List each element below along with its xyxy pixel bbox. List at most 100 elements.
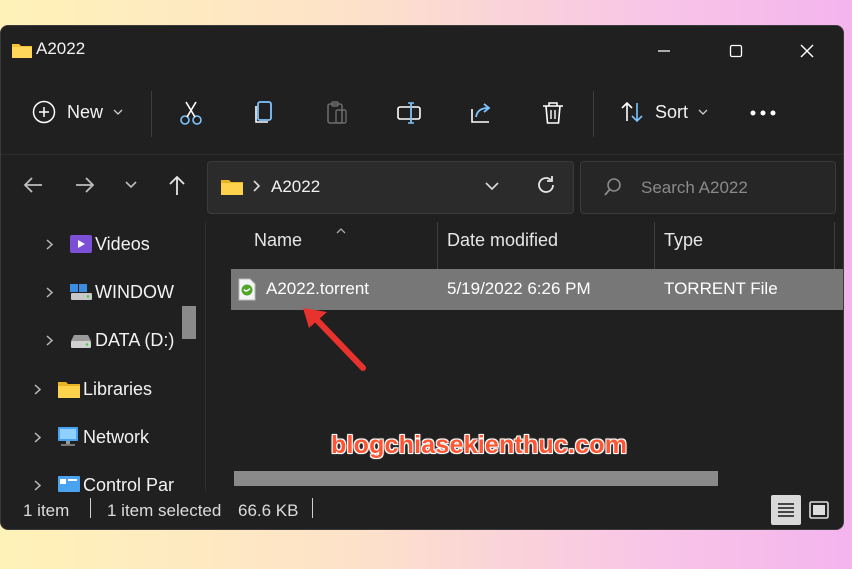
- arrow-right-icon: [76, 177, 95, 193]
- status-divider: [312, 498, 313, 518]
- toolbar-divider: [151, 91, 152, 137]
- sort-icon: [621, 101, 643, 123]
- paste-button[interactable]: [319, 95, 355, 131]
- chevron-right-icon[interactable]: [29, 479, 45, 492]
- explorer-window: A2022 New Sort A2022 Search A2022 Videos…: [0, 25, 844, 530]
- large-icons-view-button[interactable]: [804, 495, 834, 525]
- arrow-up-icon: [169, 175, 185, 195]
- file-date-modified: 5/19/2022 6:26 PM: [447, 279, 591, 298]
- new-button[interactable]: New: [31, 99, 123, 125]
- column-header-type[interactable]: Type: [664, 230, 703, 251]
- up-button[interactable]: [161, 167, 193, 203]
- sidebar-scrollbar-thumb[interactable]: [182, 306, 196, 339]
- status-selection: 1 item selected: [107, 501, 222, 520]
- sidebar-item-label: Libraries: [83, 378, 153, 399]
- chevron-right-icon[interactable]: [41, 286, 57, 299]
- copy-icon: [255, 101, 272, 123]
- sidebar-item-label: DATA (D:): [95, 329, 175, 350]
- details-view-button[interactable]: [771, 495, 801, 525]
- status-item-count: 1 item: [23, 501, 70, 520]
- sort-button[interactable]: Sort: [619, 99, 708, 125]
- pane-divider: [205, 222, 206, 492]
- address-history-button[interactable]: [484, 179, 500, 197]
- address-bar[interactable]: A2022: [207, 161, 574, 214]
- chevron-right-icon[interactable]: [41, 334, 57, 347]
- chevron-down-icon: [485, 182, 499, 191]
- status-bar: 1 item 1 item selected 66.6 KB: [1, 492, 843, 529]
- search-box[interactable]: Search A2022: [580, 161, 836, 214]
- drive-icon: [69, 280, 93, 304]
- breadcrumb-separator-icon: [252, 179, 262, 198]
- horizontal-scrollbar-thumb[interactable]: [234, 471, 718, 486]
- sidebar-item-control-panel[interactable]: Control Par: [29, 465, 174, 492]
- chevron-right-icon[interactable]: [29, 431, 45, 444]
- close-button[interactable]: [787, 36, 827, 66]
- control-panel-icon: [57, 473, 81, 492]
- network-icon: [57, 425, 81, 449]
- rename-button[interactable]: [391, 95, 427, 131]
- sidebar-item-label: Network: [83, 426, 150, 447]
- navigation-bar: A2022 Search A2022: [1, 154, 843, 217]
- file-type: TORRENT File: [664, 279, 778, 298]
- large-icons-view-icon: [809, 501, 829, 519]
- search-icon: [603, 177, 623, 202]
- watermark-text: blogchiasekienthuc.com: [331, 431, 628, 459]
- rename-icon: [397, 102, 421, 124]
- drive-icon: [69, 328, 93, 352]
- maximize-button[interactable]: [716, 36, 756, 66]
- minimize-button[interactable]: [644, 36, 684, 66]
- navigation-pane: Videos WINDOW DATA (D:) Libraries Networ…: [1, 222, 205, 492]
- column-divider[interactable]: [834, 222, 835, 270]
- paste-icon: [327, 101, 347, 124]
- back-button[interactable]: [17, 167, 49, 203]
- chevron-down-icon: [125, 181, 137, 189]
- column-divider[interactable]: [437, 222, 438, 270]
- more-options-button[interactable]: [745, 95, 781, 131]
- sort-indicator-icon: [335, 222, 347, 240]
- sidebar-item-label: Videos: [95, 233, 150, 254]
- column-header-name[interactable]: Name: [254, 230, 302, 251]
- refresh-button[interactable]: [535, 174, 557, 201]
- arrow-left-icon: [23, 177, 42, 193]
- chevron-right-icon[interactable]: [41, 238, 57, 251]
- file-row[interactable]: A2022.torrent 5/19/2022 6:26 PM TORRENT …: [231, 269, 843, 310]
- sidebar-item-network[interactable]: Network: [29, 417, 149, 457]
- sidebar-item-data-drive[interactable]: DATA (D:): [41, 320, 174, 360]
- annotation-arrow-icon: [303, 308, 366, 371]
- folder-icon: [220, 177, 244, 201]
- sidebar-item-window-drive[interactable]: WINDOW: [41, 272, 174, 312]
- chevron-down-icon: [113, 109, 123, 115]
- new-label: New: [67, 101, 104, 122]
- title-bar: A2022: [1, 26, 843, 76]
- cut-button[interactable]: [173, 95, 209, 131]
- folder-icon: [11, 41, 33, 64]
- sidebar-item-label: Control Par: [83, 474, 175, 493]
- command-bar: New Sort: [1, 81, 843, 146]
- delete-button[interactable]: [535, 95, 571, 131]
- chevron-down-icon: [698, 109, 708, 115]
- folder-icon: [57, 377, 81, 401]
- breadcrumb-item[interactable]: A2022: [271, 177, 320, 197]
- toolbar-divider: [593, 91, 594, 137]
- status-size: 66.6 KB: [238, 501, 299, 520]
- sidebar-item-libraries[interactable]: Libraries: [29, 369, 152, 409]
- column-header-date-modified[interactable]: Date modified: [447, 230, 558, 251]
- column-divider[interactable]: [654, 222, 655, 270]
- videos-icon: [69, 232, 93, 256]
- share-button[interactable]: [463, 95, 499, 131]
- window-title: A2022: [36, 39, 86, 58]
- forward-button[interactable]: [69, 167, 101, 203]
- share-icon: [471, 103, 491, 123]
- sidebar-item-videos[interactable]: Videos: [41, 224, 150, 264]
- plus-circle-icon: [32, 100, 56, 124]
- more-icon: [750, 110, 776, 116]
- scissors-icon: [180, 101, 202, 125]
- recent-locations-button[interactable]: [115, 167, 147, 203]
- torrent-file-icon: [237, 278, 257, 306]
- trash-icon: [543, 102, 563, 124]
- chevron-right-icon[interactable]: [29, 383, 45, 396]
- copy-button[interactable]: [246, 95, 282, 131]
- sidebar-item-label: WINDOW: [95, 281, 174, 302]
- sort-label: Sort: [655, 101, 689, 122]
- search-input[interactable]: Search A2022: [641, 178, 748, 198]
